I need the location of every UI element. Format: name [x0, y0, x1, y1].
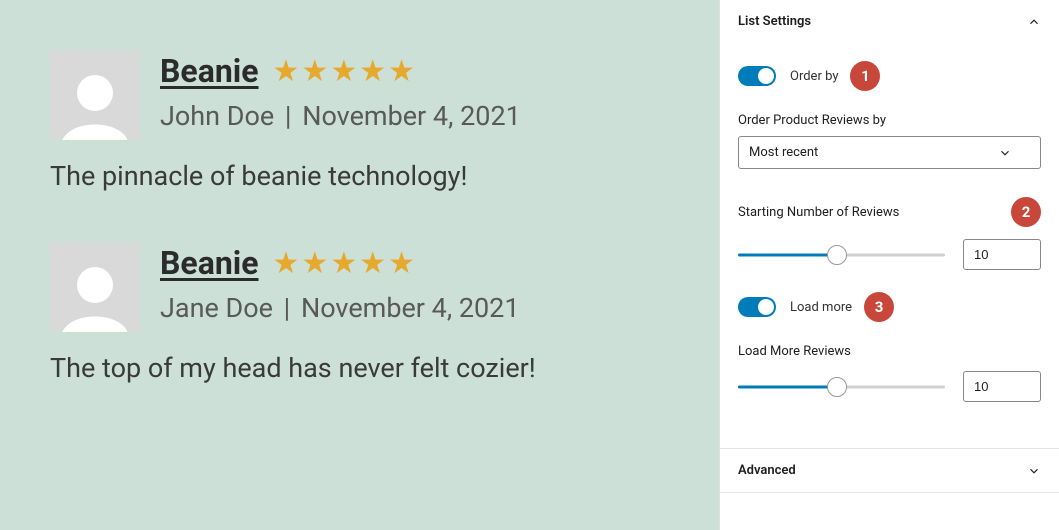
byline: Jane Doe | November 4, 2021	[160, 292, 520, 324]
load-more-row: Load more 3	[738, 292, 1041, 322]
load-more-label-row: Load More Reviews	[738, 344, 1041, 359]
annotation-badge-3: 3	[864, 292, 894, 322]
star-icon: ★	[301, 246, 328, 281]
slider-fill	[738, 253, 837, 256]
avatar-person-icon	[55, 257, 135, 332]
review-header: Beanie ★ ★ ★ ★ ★ Jane Doe | November 4, …	[50, 242, 669, 332]
author: Jane Doe	[160, 292, 273, 324]
product-line: Beanie ★ ★ ★ ★ ★	[160, 52, 521, 90]
product-link[interactable]: Beanie	[160, 52, 259, 90]
preview-pane: Beanie ★ ★ ★ ★ ★ John Doe | November 4, …	[0, 0, 719, 530]
order-by-row: Order by 1	[738, 61, 1041, 91]
annotation-badge-1: 1	[850, 61, 880, 91]
product-link[interactable]: Beanie	[160, 244, 259, 282]
star-icon: ★	[301, 54, 328, 89]
review-item: Beanie ★ ★ ★ ★ ★ John Doe | November 4, …	[50, 50, 669, 192]
chevron-up-icon	[1027, 15, 1041, 29]
starting-label-row: Starting Number of Reviews 2	[738, 197, 1041, 227]
slider-thumb[interactable]	[827, 377, 847, 397]
chevron-down-icon	[1027, 464, 1041, 478]
star-icon: ★	[330, 54, 357, 89]
order-field-label: Order Product Reviews by	[738, 113, 1041, 128]
starting-slider-row	[738, 239, 1041, 270]
review-date: November 4, 2021	[301, 292, 520, 324]
advanced-header[interactable]: Advanced	[720, 449, 1059, 492]
review-item: Beanie ★ ★ ★ ★ ★ Jane Doe | November 4, …	[50, 242, 669, 384]
review-date: November 4, 2021	[302, 100, 521, 132]
star-icon: ★	[273, 54, 300, 89]
order-by-label: Order by	[790, 69, 838, 84]
starting-input[interactable]	[963, 239, 1041, 270]
review-body: The top of my head has never felt cozier…	[50, 352, 669, 384]
chevron-down-icon	[998, 146, 1012, 160]
star-icon: ★	[273, 246, 300, 281]
product-line: Beanie ★ ★ ★ ★ ★	[160, 244, 520, 282]
slider-fill	[738, 385, 837, 388]
review-meta: Beanie ★ ★ ★ ★ ★ Jane Doe | November 4, …	[160, 242, 520, 324]
review-meta: Beanie ★ ★ ★ ★ ★ John Doe | November 4, …	[160, 50, 521, 132]
order-select[interactable]: Most recent	[738, 136, 1041, 169]
avatar	[50, 242, 140, 332]
order-label-text: Order Product Reviews by	[738, 113, 886, 128]
panel-title: List Settings	[738, 14, 811, 29]
byline: John Doe | November 4, 2021	[160, 100, 521, 132]
starting-label: Starting Number of Reviews	[738, 205, 899, 220]
star-icon: ★	[388, 246, 415, 281]
star-icon: ★	[359, 246, 386, 281]
load-more-toggle-label: Load more	[790, 300, 852, 315]
load-more-toggle[interactable]	[738, 297, 776, 317]
author: John Doe	[160, 100, 274, 132]
load-more-slider[interactable]	[738, 377, 945, 397]
star-icon: ★	[359, 54, 386, 89]
star-icon: ★	[330, 246, 357, 281]
load-more-slider-row	[738, 371, 1041, 402]
list-settings-header[interactable]: List Settings	[720, 0, 1059, 43]
separator: |	[284, 292, 291, 324]
review-header: Beanie ★ ★ ★ ★ ★ John Doe | November 4, …	[50, 50, 669, 140]
star-rating: ★ ★ ★ ★ ★	[273, 54, 416, 89]
annotation-badge-2: 2	[1011, 197, 1041, 227]
order-by-toggle[interactable]	[738, 66, 776, 86]
slider-thumb[interactable]	[827, 245, 847, 265]
sidebar: List Settings Order by 1 Order Product R…	[719, 0, 1059, 530]
avatar	[50, 50, 140, 140]
starting-slider[interactable]	[738, 245, 945, 265]
review-body: The pinnacle of beanie technology!	[50, 160, 669, 192]
panel-body: Order by 1 Order Product Reviews by Most…	[720, 43, 1059, 448]
load-more-label: Load More Reviews	[738, 344, 851, 359]
panel-title: Advanced	[738, 463, 796, 478]
select-value: Most recent	[749, 145, 818, 160]
star-icon: ★	[388, 54, 415, 89]
load-more-input[interactable]	[963, 371, 1041, 402]
list-settings-panel: List Settings Order by 1 Order Product R…	[720, 0, 1059, 449]
separator: |	[285, 100, 292, 132]
advanced-panel: Advanced	[720, 449, 1059, 493]
avatar-person-icon	[55, 65, 135, 140]
star-rating: ★ ★ ★ ★ ★	[273, 246, 416, 281]
